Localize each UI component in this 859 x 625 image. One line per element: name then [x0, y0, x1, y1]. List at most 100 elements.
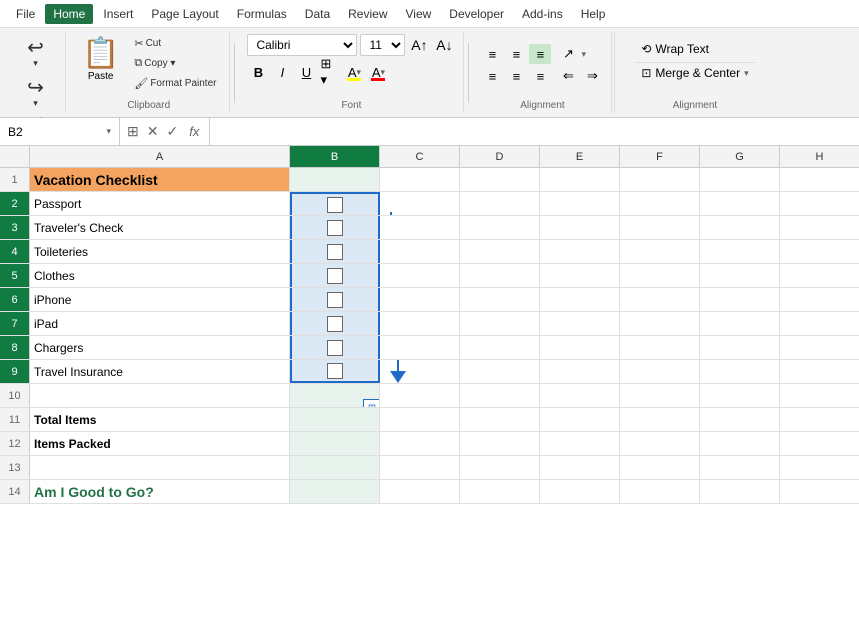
cell-h5[interactable]: [780, 264, 859, 287]
cell-g12[interactable]: [700, 432, 780, 455]
checkbox-b4[interactable]: [327, 244, 343, 260]
cell-f8[interactable]: [620, 336, 700, 359]
merge-center-button[interactable]: ⊡ Merge & Center ▾: [634, 62, 755, 84]
cell-g10[interactable]: [700, 384, 780, 407]
cell-h1[interactable]: [780, 168, 859, 191]
cell-a13[interactable]: [30, 456, 290, 479]
cell-e10[interactable]: [540, 384, 620, 407]
cell-g1[interactable]: [700, 168, 780, 191]
cell-c12[interactable]: [380, 432, 460, 455]
cancel-formula-icon[interactable]: ✕: [144, 121, 162, 142]
font-size-select[interactable]: 11: [360, 34, 405, 56]
decrease-font-button[interactable]: A↓: [433, 34, 455, 56]
cell-b5[interactable]: [290, 264, 380, 287]
cell-g11[interactable]: [700, 408, 780, 431]
checkbox-b3[interactable]: [327, 220, 343, 236]
col-header-d[interactable]: D: [460, 146, 540, 167]
cell-e1[interactable]: [540, 168, 620, 191]
col-header-c[interactable]: C: [380, 146, 460, 167]
cell-b2[interactable]: [290, 192, 380, 215]
cell-g6[interactable]: [700, 288, 780, 311]
cell-d2[interactable]: [460, 192, 540, 215]
cell-c5[interactable]: [380, 264, 460, 287]
cell-h9[interactable]: [780, 360, 859, 383]
cell-d6[interactable]: [460, 288, 540, 311]
cell-ref-dropdown-arrow[interactable]: ▾: [106, 126, 111, 137]
checkbox-b9[interactable]: [327, 363, 343, 379]
cell-h2[interactable]: [780, 192, 859, 215]
cell-f1[interactable]: [620, 168, 700, 191]
cell-g14[interactable]: [700, 480, 780, 503]
menu-view[interactable]: View: [398, 4, 440, 24]
checkbox-b8[interactable]: [327, 340, 343, 356]
cell-c2[interactable]: [380, 192, 460, 215]
cell-c9[interactable]: [380, 360, 460, 383]
align-bottom-center-button[interactable]: ≡: [505, 66, 527, 86]
cell-e2[interactable]: [540, 192, 620, 215]
col-header-b[interactable]: B: [290, 146, 380, 167]
cell-a10[interactable]: [30, 384, 290, 407]
cell-e14[interactable]: [540, 480, 620, 503]
orientation-button[interactable]: ↗: [557, 44, 579, 64]
cell-f3[interactable]: [620, 216, 700, 239]
italic-button[interactable]: I: [271, 61, 293, 83]
cell-b11[interactable]: [290, 408, 380, 431]
borders-button[interactable]: ⊞ ▾: [319, 61, 341, 83]
cell-h13[interactable]: [780, 456, 859, 479]
cell-f14[interactable]: [620, 480, 700, 503]
cell-c1[interactable]: [380, 168, 460, 191]
format-painter-button[interactable]: 🖌 Format Painter: [129, 74, 221, 93]
cell-a11[interactable]: Total Items: [30, 408, 290, 431]
align-top-center-button[interactable]: ≡: [505, 44, 527, 64]
cell-b10[interactable]: ⊞: [290, 384, 380, 407]
checkbox-b5[interactable]: [327, 268, 343, 284]
increase-font-button[interactable]: A↑: [408, 34, 430, 56]
col-header-f[interactable]: F: [620, 146, 700, 167]
menu-formulas[interactable]: Formulas: [229, 4, 295, 24]
cell-c14[interactable]: [380, 480, 460, 503]
cell-h6[interactable]: [780, 288, 859, 311]
cell-g4[interactable]: [700, 240, 780, 263]
cell-e4[interactable]: [540, 240, 620, 263]
cell-a14[interactable]: Am I Good to Go?: [30, 480, 290, 503]
cell-f12[interactable]: [620, 432, 700, 455]
cell-g5[interactable]: [700, 264, 780, 287]
cell-h4[interactable]: [780, 240, 859, 263]
cell-h11[interactable]: [780, 408, 859, 431]
cell-b3[interactable]: [290, 216, 380, 239]
cell-b1[interactable]: [290, 168, 380, 191]
cell-f5[interactable]: [620, 264, 700, 287]
paste-button[interactable]: 📋 Paste: [76, 34, 125, 96]
wrap-text-button[interactable]: ⟲ Wrap Text: [634, 38, 716, 60]
cell-a4[interactable]: Toileteries: [30, 240, 290, 263]
cell-b9[interactable]: [290, 360, 380, 383]
cell-g9[interactable]: [700, 360, 780, 383]
cell-a5[interactable]: Clothes: [30, 264, 290, 287]
cell-e13[interactable]: [540, 456, 620, 479]
cell-g2[interactable]: [700, 192, 780, 215]
fill-color-button[interactable]: A ▾: [343, 61, 365, 83]
cell-d10[interactable]: [460, 384, 540, 407]
menu-home[interactable]: Home: [45, 4, 93, 24]
menu-addins[interactable]: Add-ins: [514, 4, 571, 24]
cell-d13[interactable]: [460, 456, 540, 479]
cell-b4[interactable]: [290, 240, 380, 263]
cell-d1[interactable]: [460, 168, 540, 191]
col-header-e[interactable]: E: [540, 146, 620, 167]
cell-h14[interactable]: [780, 480, 859, 503]
cell-d4[interactable]: [460, 240, 540, 263]
cell-b12[interactable]: [290, 432, 380, 455]
cell-g7[interactable]: [700, 312, 780, 335]
cell-a3[interactable]: Traveler's Check: [30, 216, 290, 239]
cell-a1[interactable]: Vacation Checklist: [30, 168, 290, 191]
col-header-h[interactable]: H: [780, 146, 859, 167]
cell-e12[interactable]: [540, 432, 620, 455]
cell-c6[interactable]: [380, 288, 460, 311]
cell-g3[interactable]: [700, 216, 780, 239]
col-header-g[interactable]: G: [700, 146, 780, 167]
cell-a2[interactable]: Passport: [30, 192, 290, 215]
cell-d8[interactable]: [460, 336, 540, 359]
menu-data[interactable]: Data: [297, 4, 338, 24]
bold-button[interactable]: B: [247, 61, 269, 83]
cell-f9[interactable]: [620, 360, 700, 383]
